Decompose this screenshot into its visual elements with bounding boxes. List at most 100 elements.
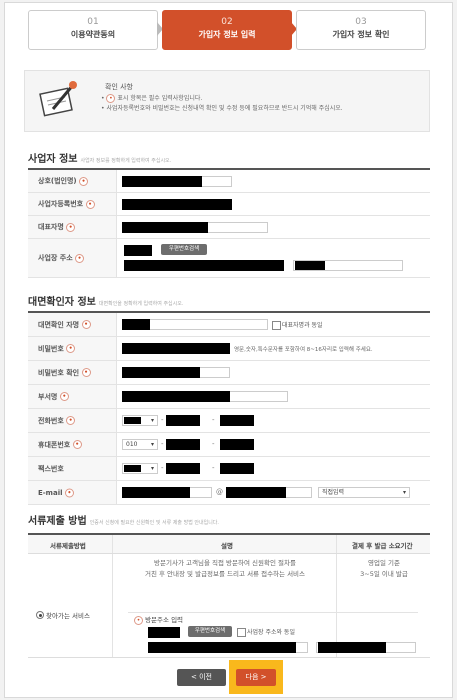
step-1: 01 이용약관동의 bbox=[28, 10, 158, 50]
redacted-value bbox=[124, 465, 141, 472]
description-line: 방문기사가 고객님을 직접 방문하여 신원확인 절차를 bbox=[154, 559, 296, 567]
mobile-prefix-value: 010 bbox=[126, 441, 138, 448]
dash-separator: - bbox=[161, 440, 164, 448]
step-3-number: 03 bbox=[355, 17, 367, 27]
label-cell: 대면확인 자명 • bbox=[28, 313, 117, 336]
redacted-value bbox=[122, 319, 150, 330]
zip-search-button[interactable]: 우편번호검색 bbox=[161, 244, 207, 255]
required-icon: • bbox=[66, 222, 76, 232]
required-icon: • bbox=[75, 253, 85, 263]
document-pen-icon bbox=[39, 81, 77, 117]
notice-item-text: 표시 항목은 필수 입력사항입니다. bbox=[117, 95, 203, 102]
mobile-prefix-select[interactable]: 010 ▾ bbox=[122, 439, 158, 450]
divider bbox=[112, 535, 113, 553]
password-label: 비밀번호 • bbox=[38, 344, 76, 354]
row-company: 상호(법인명) • bbox=[28, 170, 430, 193]
row-fax: 팩스번호 ▾ - - bbox=[28, 457, 430, 481]
visit-service-label: 찾아가는 서비스 bbox=[46, 612, 90, 620]
email-domain-value: 직접입력 bbox=[322, 489, 345, 496]
required-icon: • bbox=[81, 320, 91, 329]
notice-item: 사업자등록번호와 비밀번호는 신청내역 확인 및 수정 등에 필요하므로 반드시… bbox=[101, 104, 343, 114]
step-3: 03 가입자 정보 확인 bbox=[296, 10, 426, 50]
step-1-label: 이용약관동의 bbox=[70, 30, 116, 39]
regno-label: 사업자등록번호 • bbox=[38, 199, 95, 209]
email-label: E-mail • bbox=[38, 488, 74, 497]
redacted-value bbox=[122, 343, 230, 354]
mobile-label: 휴대폰번호 • bbox=[38, 440, 82, 450]
label-cell: 부서명 • bbox=[28, 385, 117, 408]
identity-form: 대면확인 자명 • 대표자명과 동일 비밀번호 • 영문,숫자,특수문자를 포함… bbox=[28, 311, 430, 505]
label-cell: 상호(법인명) • bbox=[28, 170, 117, 192]
phone-area-select[interactable]: ▾ bbox=[122, 415, 158, 426]
redacted-value bbox=[124, 417, 141, 424]
redacted-value bbox=[295, 261, 325, 270]
step-2-label: 가입자 정보 입력 bbox=[198, 30, 256, 39]
label-cell: 대표자명 • bbox=[28, 216, 117, 238]
divider bbox=[336, 535, 337, 553]
duration-line: 영업일 기준 bbox=[368, 559, 400, 567]
business-form: 상호(법인명) • 사업자등록번호 • 대표자명 • 사업장 주소 • 우편번호… bbox=[28, 168, 430, 278]
same-as-business-checkbox[interactable] bbox=[237, 628, 246, 637]
label-cell: 전화번호 • bbox=[28, 409, 117, 432]
chevron-down-icon: ▾ bbox=[402, 489, 406, 496]
visit-service-radio[interactable] bbox=[36, 611, 44, 619]
description-line: 거친 후 안내장 및 발급정보를 드리고 서류 접수하는 서비스 bbox=[144, 570, 306, 578]
redacted-value bbox=[148, 642, 296, 653]
notice-item-text: 사업자등록번호와 비밀번호는 신청내역 확인 및 수정 등에 필요하므로 반드시… bbox=[106, 105, 343, 112]
header-description: 설명 bbox=[221, 542, 233, 550]
dash-separator: - bbox=[212, 440, 215, 448]
step-2-number: 02 bbox=[221, 17, 233, 27]
prev-button[interactable]: < 이전 bbox=[177, 669, 226, 686]
row-email: E-mail • @ 직접입력 ▾ bbox=[28, 481, 430, 505]
label-cell: 사업장 주소 • bbox=[28, 239, 117, 277]
dash-separator: - bbox=[212, 464, 215, 472]
identity-section-title: 대면확인자 정보 대면확인을 정확하게 입력하여 주십시오. bbox=[28, 293, 183, 308]
label-cell: 비밀번호 • bbox=[28, 337, 117, 360]
phone-label: 전화번호 • bbox=[38, 416, 76, 426]
documents-table-header: 서류제출방법 설명 결제 후 발급 소요기간 bbox=[28, 535, 430, 554]
row-regno: 사업자등록번호 • bbox=[28, 193, 430, 216]
password-confirm-label: 비밀번호 확인 • bbox=[38, 368, 91, 378]
same-as-ceo-checkbox[interactable] bbox=[272, 321, 281, 330]
redacted-value bbox=[122, 391, 230, 402]
email-domain-select[interactable]: 직접입력 ▾ bbox=[318, 487, 410, 498]
dash-separator: - bbox=[212, 416, 215, 424]
notice-title: 확인 사항 bbox=[105, 83, 133, 91]
redacted-value bbox=[166, 463, 200, 474]
required-icon: • bbox=[79, 176, 89, 186]
notice-box: 확인 사항 • 표시 항목은 필수 입력사항입니다. 사업자등록번호와 비밀번호… bbox=[24, 70, 430, 132]
dash-separator: - bbox=[161, 464, 164, 472]
email-at-sign: @ bbox=[216, 488, 223, 496]
documents-section-title: 서류제출 방법 인증서 신청에 필요한 신원확인 및 서류 제출 방법 안내입니다… bbox=[28, 512, 219, 527]
dept-label: 부서명 • bbox=[38, 392, 69, 402]
fax-label: 팩스번호 bbox=[38, 464, 64, 473]
redacted-value bbox=[124, 260, 284, 271]
row-mobile: 휴대폰번호 • 010 ▾ - - bbox=[28, 433, 430, 457]
same-as-ceo-label: 대표자명과 동일 bbox=[282, 322, 323, 329]
redacted-zipcode bbox=[148, 627, 180, 638]
header-duration: 결제 후 발급 소요기간 bbox=[352, 542, 413, 550]
fax-area-select[interactable]: ▾ bbox=[122, 463, 158, 474]
redacted-value bbox=[122, 487, 190, 498]
required-icon: • bbox=[66, 416, 76, 425]
step-indicator: 01 이용약관동의 02 가입자 정보 입력 03 가입자 정보 확인 bbox=[24, 10, 426, 50]
visit-zip-search-button[interactable]: 우편번호검색 bbox=[188, 626, 232, 637]
business-subtitle: 사업자 정보를 정확하게 입력하여 주십시오. bbox=[80, 158, 172, 164]
redacted-value bbox=[122, 199, 232, 210]
redacted-value bbox=[122, 222, 208, 233]
required-icon: • bbox=[64, 488, 74, 497]
redacted-value bbox=[166, 439, 200, 450]
address-label: 사업장 주소 • bbox=[38, 253, 85, 263]
required-icon: • bbox=[81, 368, 91, 377]
divider bbox=[128, 612, 418, 613]
business-title-text: 사업자 정보 bbox=[28, 154, 78, 165]
business-section-title: 사업자 정보 사업자 정보를 정확하게 입력하여 주십시오. bbox=[28, 150, 171, 165]
required-icon: • bbox=[85, 199, 95, 209]
redacted-value bbox=[122, 367, 200, 378]
password-hint: 영문,숫자,특수문자를 포함하여 8~16자리로 입력해 주세요. bbox=[234, 347, 373, 353]
row-password-confirm: 비밀번호 확인 • bbox=[28, 361, 430, 385]
row-phone: 전화번호 • ▾ - - bbox=[28, 409, 430, 433]
label-cell: 사업자등록번호 • bbox=[28, 193, 117, 215]
next-button[interactable]: 다음 > bbox=[236, 669, 276, 686]
redacted-zipcode bbox=[124, 245, 152, 256]
